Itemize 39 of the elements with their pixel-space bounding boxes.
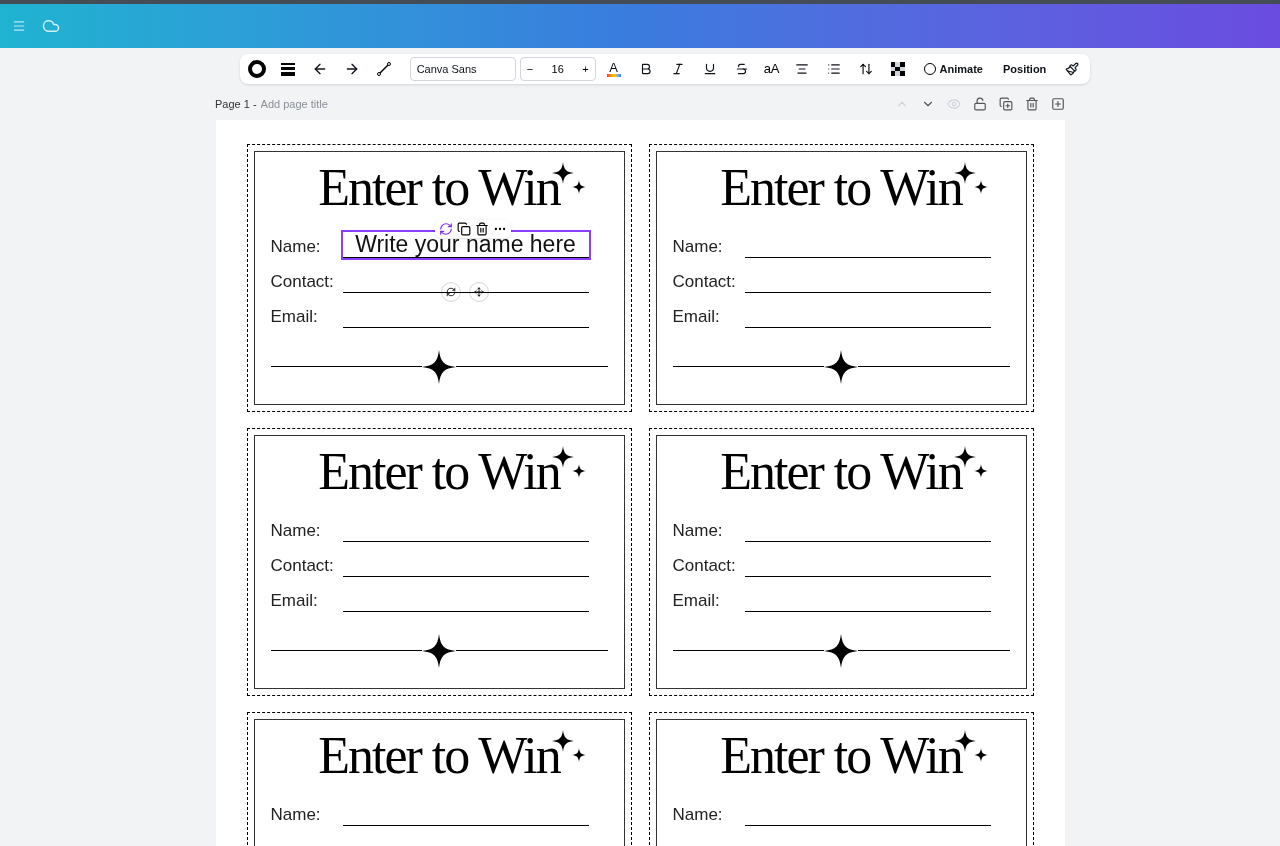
field-label: Contact: (672, 270, 737, 293)
text-color-label: A (609, 61, 618, 74)
case-button[interactable]: aA (759, 59, 784, 79)
ticket-title: Enter to Win (720, 157, 962, 218)
increase-button[interactable]: + (582, 60, 589, 78)
add-page-icon[interactable] (1051, 97, 1065, 112)
field-label: Contact: (270, 270, 335, 293)
field-label: Email: (270, 305, 319, 328)
delete-page-icon[interactable] (1025, 97, 1039, 112)
field-label: Name: (672, 519, 724, 542)
ticket-title: Enter to Win (720, 725, 962, 786)
ticket-title: Enter to Win (318, 157, 560, 218)
ticket-title: Enter to Win (318, 441, 560, 502)
decrease-button[interactable]: − (526, 60, 534, 78)
move-handle[interactable] (468, 281, 489, 302)
page-label: Page 1 - (215, 97, 257, 112)
ticket-title: Enter to Win (318, 725, 560, 786)
delete-icon[interactable] (474, 221, 489, 236)
lock-icon[interactable] (973, 97, 987, 112)
field-label: Name: (672, 235, 724, 258)
field-label: Email: (270, 589, 319, 612)
duplicate-page-icon[interactable] (999, 97, 1013, 112)
field-label: Name: (672, 803, 724, 826)
rotate-handle[interactable] (440, 281, 461, 302)
font-field[interactable]: Canva Sans (409, 57, 516, 81)
field-label: Contact: (270, 554, 335, 577)
field-label: Name: (270, 803, 322, 826)
field-label: Email: (672, 305, 721, 328)
position-button[interactable]: Position (994, 60, 1055, 78)
stroke-icon[interactable] (247, 60, 266, 78)
field-label: Contact: (672, 554, 737, 577)
animate-button[interactable]: Animate (915, 60, 991, 78)
field-label: Name: (270, 235, 322, 258)
ticket-title: Enter to Win (720, 441, 962, 502)
page-title-field[interactable]: Add page title (260, 96, 361, 113)
duplicate-icon[interactable] (456, 221, 471, 236)
field-label: Name: (270, 519, 322, 542)
field-label: Email: (672, 589, 721, 612)
font-size-value[interactable]: 16 (551, 60, 564, 78)
